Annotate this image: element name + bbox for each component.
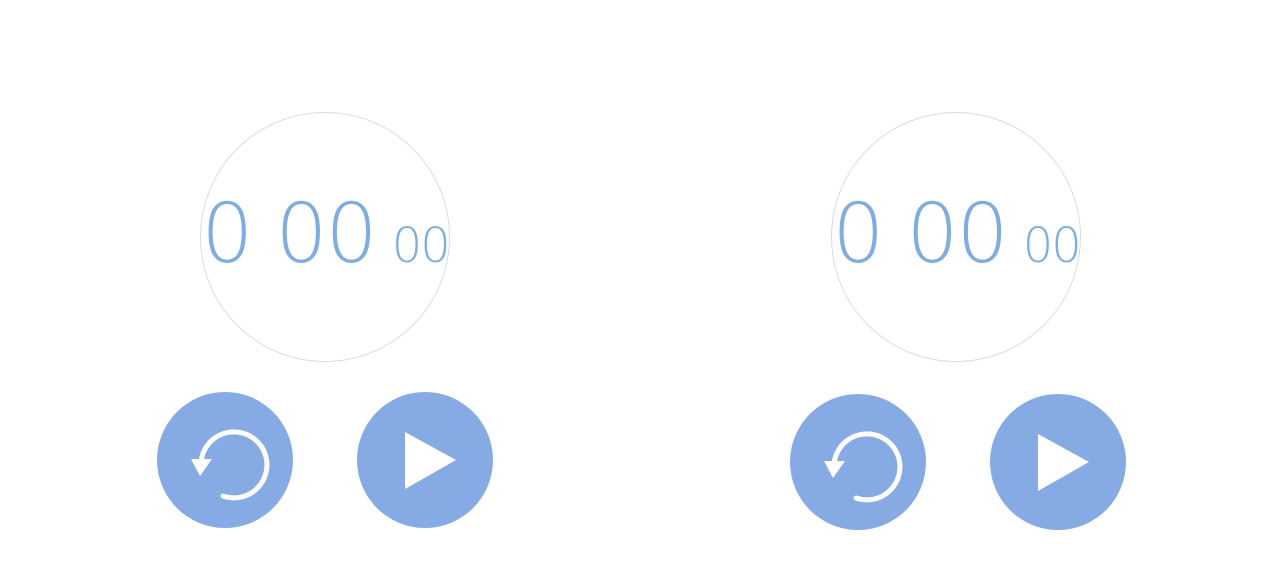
timer-1-play-button[interactable] xyxy=(357,392,493,528)
timer-2-play-button[interactable] xyxy=(990,394,1126,530)
reset-icon xyxy=(824,431,903,503)
timer-2-readout: 0 00 00 xyxy=(832,187,1082,282)
timer-2-dial: 0 00 00 xyxy=(831,112,1082,362)
play-icon xyxy=(1038,434,1089,491)
timer-1-reset-button[interactable] xyxy=(157,392,293,528)
timer-2-reset-button[interactable] xyxy=(790,394,926,530)
timer-1-hundredths: 00 xyxy=(391,218,451,274)
timer-2-minutes: 0 xyxy=(832,187,884,282)
timer-1-readout: 0 00 00 xyxy=(201,187,451,282)
timer-2-seconds: 00 xyxy=(906,187,1008,282)
timer-1: 0 00 00 xyxy=(126,112,526,561)
timer-2-hundredths: 00 xyxy=(1022,218,1082,274)
timer-1-dial: 0 00 00 xyxy=(200,112,451,362)
timer-1-minutes: 0 xyxy=(201,187,253,282)
timer-1-seconds: 00 xyxy=(275,187,377,282)
timer-2: 0 00 00 xyxy=(757,112,1157,561)
reset-icon xyxy=(191,429,270,501)
play-icon xyxy=(405,432,456,489)
